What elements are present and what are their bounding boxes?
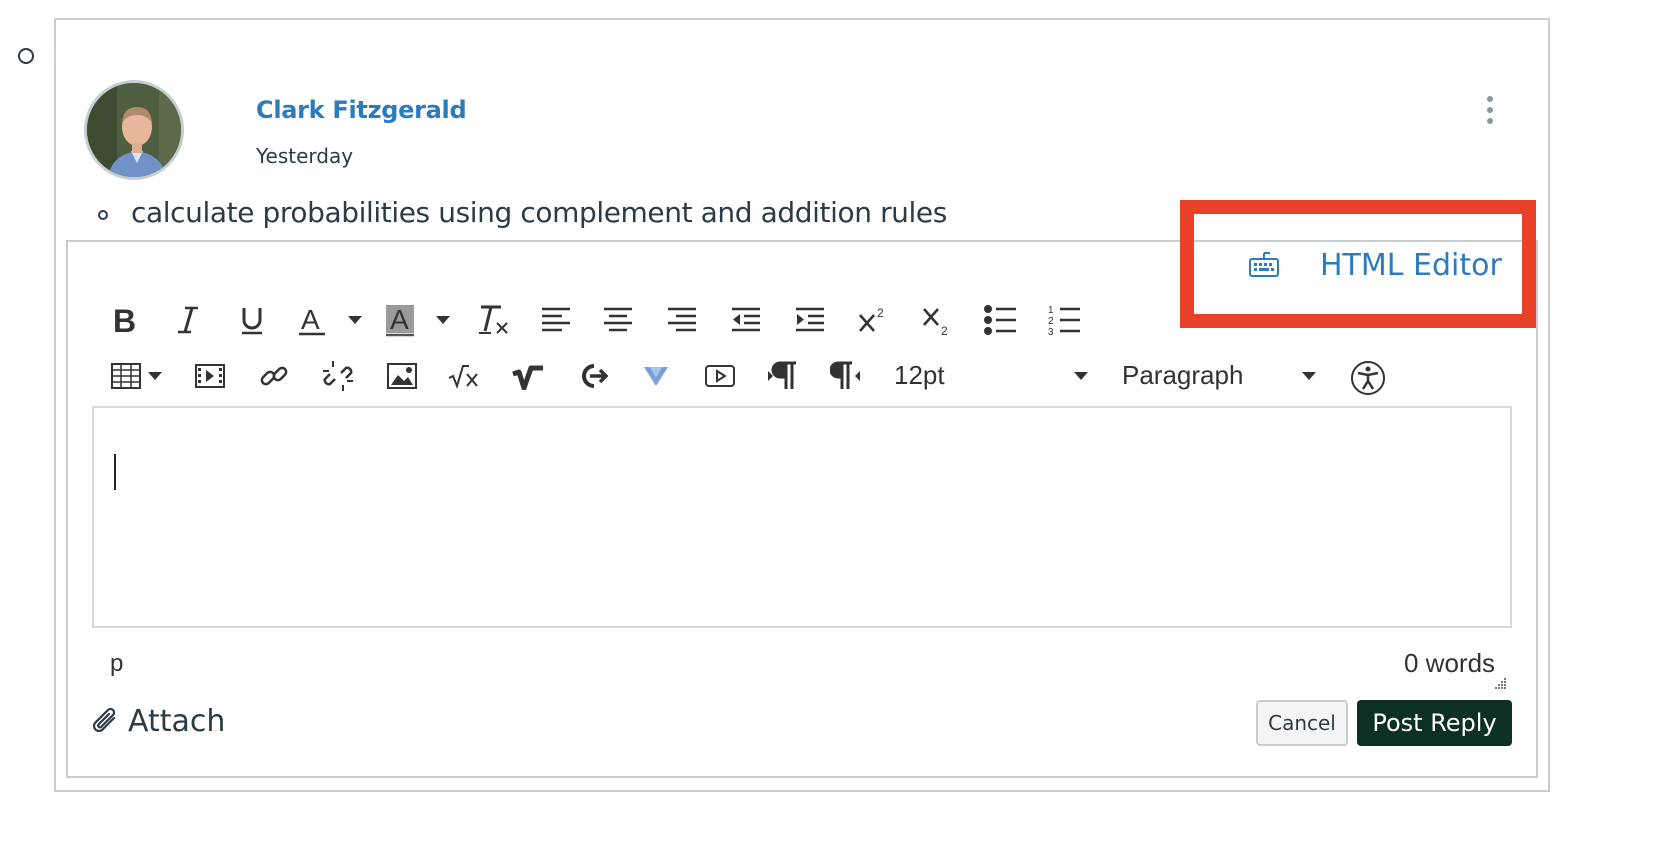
paperclip-icon [92, 707, 116, 732]
video-icon[interactable] [700, 356, 740, 396]
lti-tool-icon[interactable] [572, 356, 612, 396]
outdent-icon[interactable] [726, 300, 766, 340]
quoted-list-item: calculate probabilities using complement… [131, 196, 947, 229]
resize-handle-icon[interactable] [1488, 676, 1508, 692]
svg-text:A: A [390, 304, 409, 335]
avatar[interactable] [84, 80, 184, 180]
italic-icon[interactable] [168, 300, 208, 340]
element-path[interactable]: p [110, 650, 123, 678]
underline-icon[interactable] [232, 300, 272, 340]
svg-text:2: 2 [941, 324, 948, 337]
svg-text:B: B [113, 305, 136, 335]
align-right-icon[interactable] [662, 300, 702, 340]
more-options-icon[interactable] [1482, 96, 1498, 130]
background-color-caret-icon[interactable] [436, 316, 450, 324]
subscript-icon[interactable]: 2 [916, 300, 956, 340]
svg-text:2: 2 [1048, 316, 1054, 327]
media-icon[interactable] [190, 356, 230, 396]
image-icon[interactable] [382, 356, 422, 396]
vimeo-icon[interactable] [636, 356, 676, 396]
bullet-list-icon[interactable] [980, 300, 1020, 340]
attach-button[interactable]: Attach [90, 704, 225, 739]
svg-text:A: A [301, 304, 320, 335]
bold-icon[interactable]: B [104, 300, 144, 340]
text-color-caret-icon[interactable] [348, 316, 362, 324]
highlight-annotation [1180, 200, 1536, 328]
block-format-caret-icon[interactable] [1302, 372, 1316, 380]
font-size-select[interactable]: 12pt [894, 360, 945, 391]
clear-formatting-icon[interactable] [472, 300, 512, 340]
table-icon[interactable] [106, 356, 146, 396]
text-cursor [114, 454, 116, 490]
author-name[interactable]: Clark Fitzgerald [256, 96, 467, 124]
svg-text:2: 2 [877, 306, 884, 320]
post-reply-button[interactable]: Post Reply [1357, 700, 1512, 746]
align-left-icon[interactable] [536, 300, 576, 340]
text-color-icon[interactable]: A [292, 300, 332, 340]
rtl-icon[interactable] [826, 356, 866, 396]
post-date: Yesterday [256, 144, 354, 168]
svg-text:1: 1 [1048, 305, 1054, 316]
ltr-icon[interactable] [762, 356, 802, 396]
block-format-select[interactable]: Paragraph [1122, 360, 1243, 391]
math-icon[interactable] [444, 356, 484, 396]
outer-list-bullet [18, 48, 34, 64]
cancel-button[interactable]: Cancel [1256, 700, 1348, 746]
numbered-list-icon[interactable]: 123 [1044, 300, 1084, 340]
align-center-icon[interactable] [598, 300, 638, 340]
link-icon[interactable] [254, 356, 294, 396]
background-color-icon[interactable]: A [380, 300, 420, 340]
font-size-caret-icon[interactable] [1074, 372, 1088, 380]
attach-label: Attach [128, 704, 226, 739]
quoted-list-bullet [98, 210, 108, 220]
svg-text:3: 3 [1048, 327, 1054, 336]
accessibility-icon[interactable] [1348, 358, 1388, 398]
indent-icon[interactable] [790, 300, 830, 340]
table-caret-icon[interactable] [148, 372, 162, 380]
unlink-icon[interactable] [318, 356, 358, 396]
editor-content-area[interactable] [92, 406, 1512, 628]
equation-icon[interactable] [508, 356, 548, 396]
word-count: 0 words [1404, 648, 1496, 678]
superscript-icon[interactable]: 2 [852, 300, 892, 340]
